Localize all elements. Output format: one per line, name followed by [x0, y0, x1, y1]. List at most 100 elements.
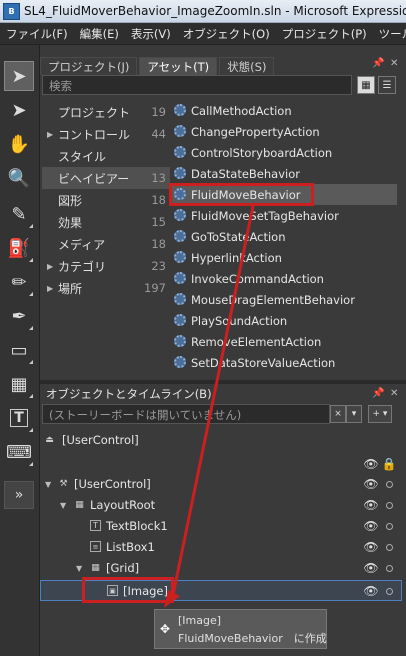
behavior-item[interactable]: InvokeCommandAction	[172, 268, 397, 289]
pencil-tool[interactable]: ✏	[4, 267, 34, 297]
menu-object[interactable]: オブジェクト(O)	[177, 26, 276, 42]
category-label: スタイル	[58, 149, 107, 164]
category-item[interactable]: ▶ 場所 197	[42, 277, 170, 299]
tree-node-grid[interactable]: ▼ ▦ [Grid] 👁	[40, 558, 402, 579]
category-count: 44	[151, 127, 166, 141]
behavior-item[interactable]: FluidMoveSetTagBehavior	[172, 205, 397, 226]
tree-node-label: TextBlock1	[106, 519, 168, 533]
tree-node-listbox1[interactable]: ≡ ListBox1 👁	[40, 537, 402, 558]
visibility-eye-icon[interactable]: 👁	[363, 540, 378, 554]
panel-divider[interactable]	[40, 380, 406, 384]
pan-hand-icon: ✋	[7, 133, 31, 155]
close-icon[interactable]: ✕	[390, 58, 398, 69]
visibility-eye-icon[interactable]: 👁	[363, 561, 378, 575]
behavior-item[interactable]: PlaySoundAction	[172, 310, 397, 331]
behavior-label: PlaySoundAction	[191, 313, 288, 328]
scope-up-icon[interactable]: ⏏	[44, 434, 55, 445]
category-item[interactable]: ▶ カテゴリ 23	[42, 255, 170, 277]
asset-categories: プロジェクト 19 ▶ コントロール 44 スタイル ビヘイビアー 13 図形 18 効果…	[42, 101, 170, 299]
lock-dot-icon[interactable]	[386, 588, 393, 595]
category-item[interactable]: 図形 18	[42, 189, 170, 211]
lock-dot-icon[interactable]	[386, 565, 393, 572]
storyboard-combo[interactable]: (ストーリーボードは開いていません)	[42, 404, 330, 424]
new-storyboard-button[interactable]: + ▾	[368, 405, 392, 423]
behavior-item[interactable]: GoToStateAction	[172, 226, 397, 247]
pin-icon[interactable]: 📌	[372, 388, 384, 399]
behavior-gear-icon	[174, 356, 186, 368]
control-tool[interactable]: ⌨	[4, 437, 34, 467]
lock-icon[interactable]: 🔒	[382, 457, 397, 471]
menu-view[interactable]: 表示(V)	[125, 26, 177, 42]
category-count: 15	[151, 215, 166, 229]
expand-arrow-icon[interactable]: ▶	[47, 284, 53, 293]
menu-tools[interactable]: ツール	[373, 26, 406, 42]
tooltip-target: [Image]	[178, 614, 222, 627]
tab-states[interactable]: 状態(S)	[219, 57, 275, 75]
tree-node-layoutroot[interactable]: ▼ ▦ LayoutRoot 👁	[40, 495, 402, 516]
rectangle-icon: ▭	[10, 339, 28, 361]
behavior-item[interactable]: ChangePropertyAction	[172, 121, 397, 142]
lock-dot-icon[interactable]	[386, 523, 393, 530]
paint-bucket-tool[interactable]: ⛽	[4, 233, 34, 263]
category-item[interactable]: メディア 18	[42, 233, 170, 255]
category-item[interactable]: ▶ コントロール 44	[42, 123, 170, 145]
behavior-item[interactable]: SetDataStoreValueAction	[172, 352, 397, 373]
image-highlight-box	[82, 577, 174, 603]
behavior-item[interactable]: HyperlinkAction	[172, 247, 397, 268]
visibility-eye-icon[interactable]: 👁	[363, 498, 378, 512]
behavior-gear-icon	[174, 293, 186, 305]
textblock-tool[interactable]: T	[4, 403, 34, 433]
expand-arrow-icon[interactable]: ▶	[47, 130, 53, 139]
scope-row[interactable]: ⏏ [UserControl]	[40, 430, 402, 451]
textblock-node-icon: T	[90, 520, 101, 531]
assets-expand-button[interactable]: »	[4, 481, 34, 509]
visibility-eye-icon[interactable]: 👁	[363, 477, 378, 491]
menu-file[interactable]: ファイル(F)	[0, 26, 74, 42]
category-item[interactable]: スタイル	[42, 145, 170, 167]
zoom-tool[interactable]: 🔍	[4, 163, 34, 193]
expand-arrow-icon[interactable]: ▼	[60, 501, 66, 510]
visibility-eye-icon[interactable]: 👁	[363, 519, 378, 533]
category-count: 23	[151, 259, 166, 273]
menu-edit[interactable]: 編集(E)	[74, 26, 125, 42]
behavior-item[interactable]: DataStateBehavior	[172, 163, 397, 184]
lock-dot-icon[interactable]	[386, 544, 393, 551]
menu-project[interactable]: プロジェクト(P)	[276, 26, 373, 42]
grid-icon: ▦	[10, 373, 28, 395]
visibility-eye-icon[interactable]: 👁	[363, 584, 378, 598]
visibility-eye-icon[interactable]: 👁	[363, 457, 378, 471]
storyboard-dropdown-button[interactable]: ▾	[346, 405, 362, 423]
behavior-item[interactable]: CallMethodAction	[172, 100, 397, 121]
grid-tool[interactable]: ▦	[4, 369, 34, 399]
behavior-item[interactable]: RemoveElementAction	[172, 331, 397, 352]
close-icon[interactable]: ✕	[390, 388, 398, 399]
pin-icon[interactable]: 📌	[372, 58, 384, 69]
eyedropper-tool[interactable]: ✎	[4, 199, 34, 229]
behavior-item[interactable]: MouseDragElementBehavior	[172, 289, 397, 310]
list-view-button[interactable]: ☰	[378, 76, 396, 94]
assets-search-input[interactable]: 検索	[42, 75, 352, 95]
category-item-behaviors[interactable]: ビヘイビアー 13	[42, 167, 170, 189]
storyboard-close-button[interactable]: ⨯	[330, 405, 346, 423]
tab-project[interactable]: プロジェクト(J)	[40, 57, 138, 75]
expand-arrow-icon[interactable]: ▼	[76, 564, 82, 573]
tree-node-textblock1[interactable]: T TextBlock1 👁	[40, 516, 402, 537]
category-count: 13	[151, 171, 166, 185]
lock-dot-icon[interactable]	[386, 481, 393, 488]
behavior-item[interactable]: ControlStoryboardAction	[172, 142, 397, 163]
lock-dot-icon[interactable]	[386, 502, 393, 509]
category-item[interactable]: 効果 15	[42, 211, 170, 233]
direct-selection-tool[interactable]: ➤	[4, 95, 34, 125]
tree-node-usercontrol[interactable]: ▼ ⚒ [UserControl] 👁	[40, 474, 402, 495]
category-item[interactable]: プロジェクト 19	[42, 101, 170, 123]
category-label: メディア	[58, 237, 106, 252]
pen-tool[interactable]: ✒	[4, 301, 34, 331]
pan-tool[interactable]: ✋	[4, 129, 34, 159]
expand-arrow-icon[interactable]: ▶	[47, 262, 53, 271]
tab-assets[interactable]: アセット(T)	[139, 57, 218, 75]
grid-view-button[interactable]: ▦	[357, 76, 375, 94]
selection-tool[interactable]: ➤	[4, 61, 34, 91]
expand-arrow-icon[interactable]: ▼	[45, 480, 51, 489]
rectangle-tool[interactable]: ▭	[4, 335, 34, 365]
category-label: ビヘイビアー	[58, 171, 130, 186]
